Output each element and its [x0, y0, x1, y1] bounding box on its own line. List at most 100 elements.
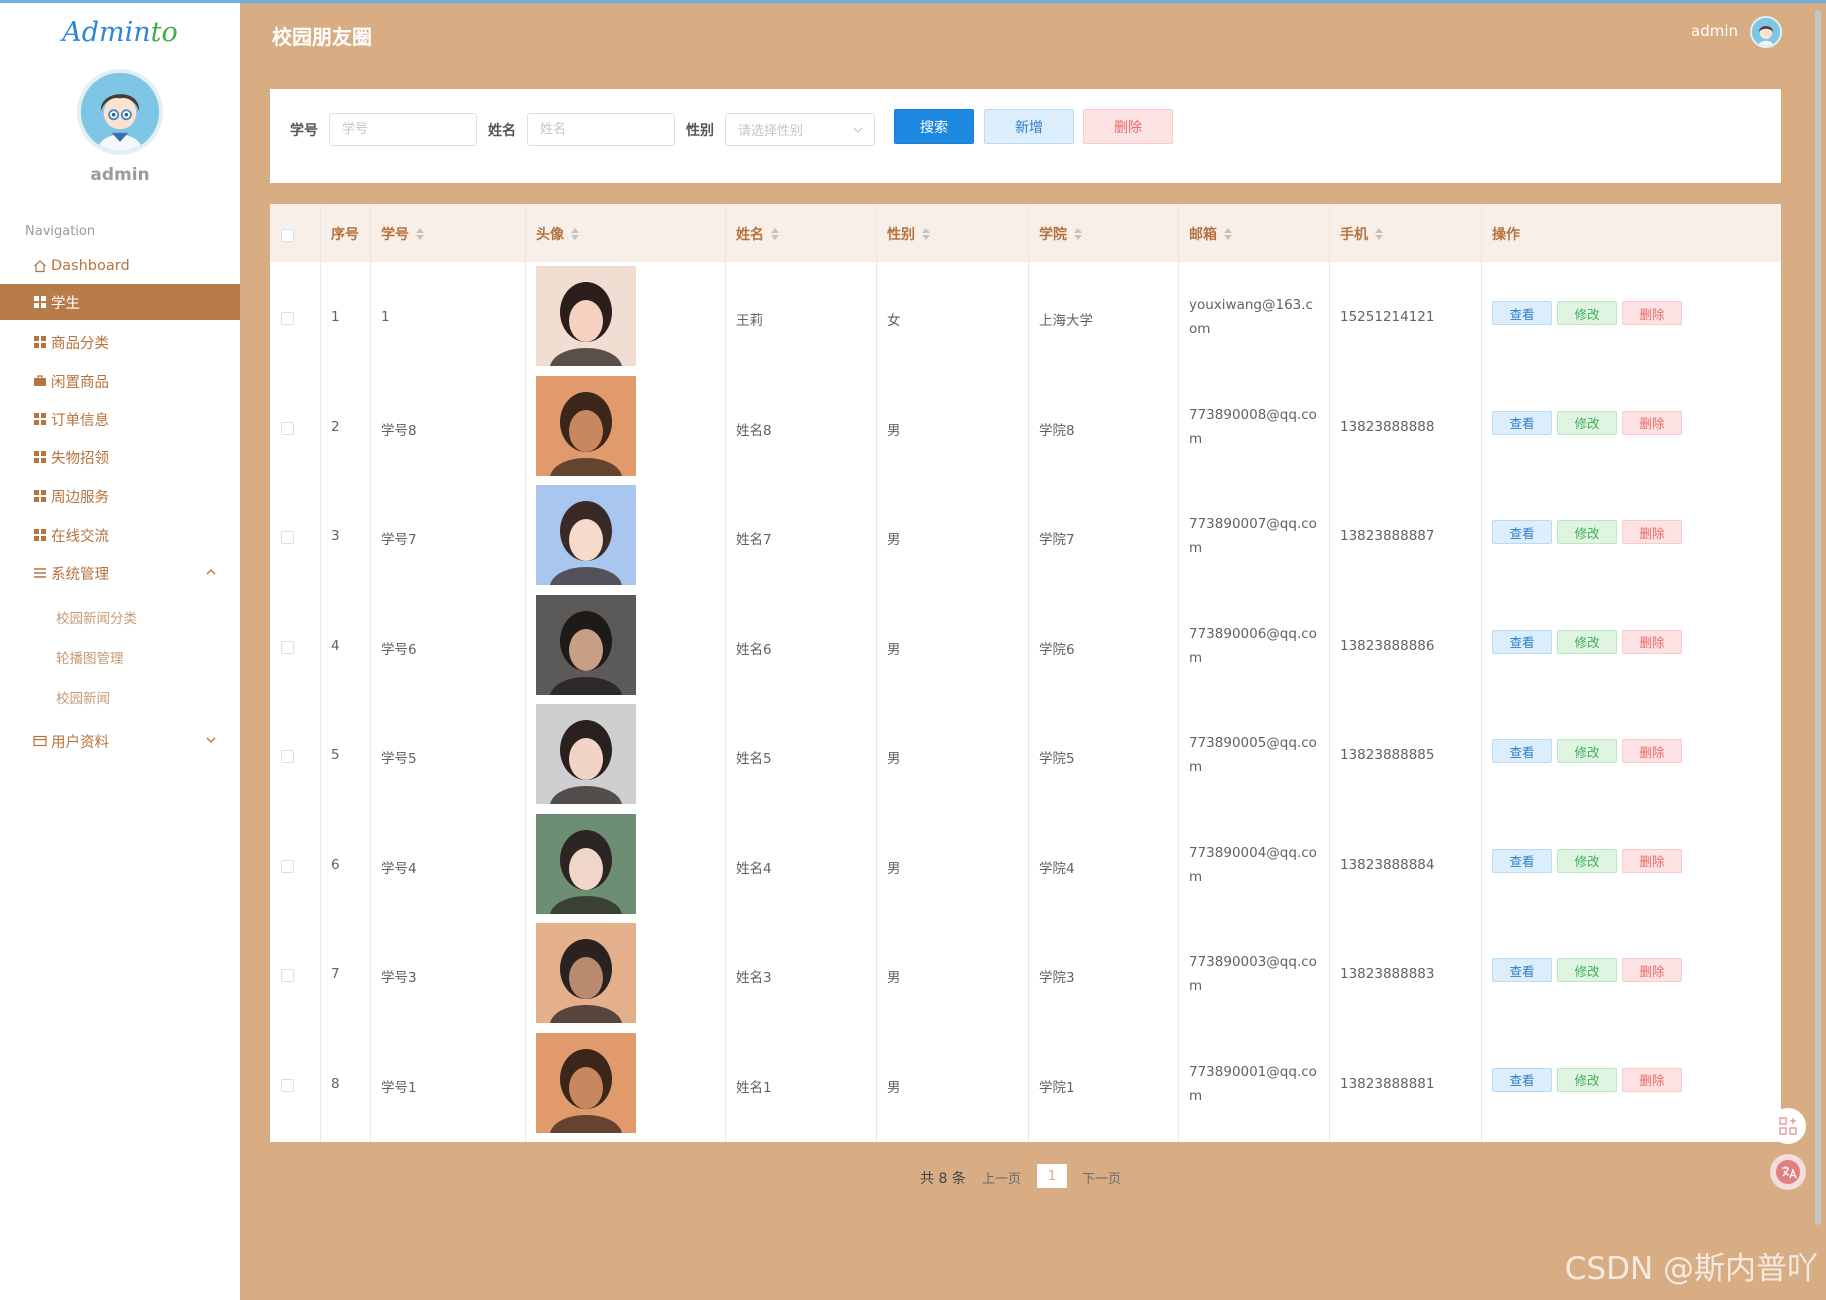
- student-photo[interactable]: [536, 594, 636, 695]
- delete-button[interactable]: 删除: [1622, 848, 1682, 873]
- sidebar-item-nearby-services[interactable]: 周边服务: [0, 478, 240, 514]
- select-all-checkbox[interactable]: [281, 229, 294, 242]
- view-button[interactable]: 查看: [1492, 958, 1552, 982]
- sidebar-item-lost-found[interactable]: 失物招领: [0, 439, 240, 475]
- sort-icon[interactable]: [1074, 228, 1082, 240]
- sidebar-item-product-category[interactable]: 商品分类: [0, 324, 240, 360]
- edit-button[interactable]: 修改: [1557, 958, 1617, 982]
- scrollbar[interactable]: [1815, 10, 1821, 1225]
- cell-college: 学院4: [1039, 860, 1075, 877]
- name-input[interactable]: [527, 113, 675, 146]
- edit-button[interactable]: 修改: [1557, 739, 1617, 763]
- search-button[interactable]: 搜索: [894, 109, 974, 144]
- column-header-student-id[interactable]: 学号: [381, 224, 424, 244]
- sort-icon[interactable]: [1224, 228, 1232, 240]
- view-button[interactable]: 查看: [1492, 301, 1552, 325]
- delete-button[interactable]: 删除: [1622, 629, 1682, 654]
- sidebar-item-user-profile[interactable]: 用户资料: [0, 723, 240, 759]
- sidebar-item-idle-goods[interactable]: 闲置商品: [0, 363, 240, 399]
- row-checkbox[interactable]: [281, 859, 294, 873]
- header-username[interactable]: admin: [1691, 22, 1738, 40]
- cell-index: 7: [331, 966, 340, 982]
- sort-icon[interactable]: [571, 228, 579, 240]
- sort-icon[interactable]: [1375, 228, 1383, 240]
- column-header-phone[interactable]: 手机: [1340, 224, 1383, 244]
- edit-button[interactable]: 修改: [1557, 848, 1617, 873]
- student-photo[interactable]: [536, 1032, 636, 1133]
- delete-button[interactable]: 删除: [1622, 520, 1682, 544]
- header-avatar[interactable]: [1750, 16, 1782, 48]
- table-row: 5 学号5 姓名5 男 学院5 773890005@qq.com 13823888885 查看…: [270, 700, 1781, 810]
- row-checkbox[interactable]: [281, 1078, 294, 1092]
- sidebar-item-system-management[interactable]: 系统管理: [0, 555, 240, 591]
- sidebar-item-label: 失物招领: [51, 450, 109, 467]
- user-avatar[interactable]: [77, 69, 163, 155]
- sort-icon[interactable]: [922, 228, 930, 240]
- app-logo[interactable]: Adminto: [0, 17, 240, 48]
- batch-delete-button[interactable]: 删除: [1083, 109, 1173, 144]
- chevron-down-icon[interactable]: [204, 733, 218, 747]
- student-photo[interactable]: [536, 923, 636, 1023]
- pagination-page-current[interactable]: 1: [1037, 1164, 1067, 1188]
- column-header-email[interactable]: 邮箱: [1189, 224, 1232, 244]
- row-checkbox[interactable]: [281, 421, 294, 435]
- apps-icon[interactable]: [1770, 1108, 1806, 1144]
- column-header-name[interactable]: 姓名: [736, 224, 779, 244]
- column-header-college[interactable]: 学院: [1039, 224, 1082, 244]
- edit-button[interactable]: 修改: [1557, 301, 1617, 325]
- page-title: 校园朋友圈: [272, 25, 372, 49]
- view-button[interactable]: 查看: [1492, 410, 1552, 435]
- grid-icon: [33, 528, 47, 542]
- view-button[interactable]: 查看: [1492, 520, 1552, 544]
- edit-button[interactable]: 修改: [1557, 520, 1617, 544]
- student-photo[interactable]: [536, 704, 636, 804]
- add-button[interactable]: 新增: [984, 109, 1074, 144]
- sidebar-item-students[interactable]: 学生: [0, 284, 240, 320]
- sort-icon[interactable]: [416, 228, 424, 240]
- delete-button[interactable]: 删除: [1622, 739, 1682, 763]
- view-button[interactable]: 查看: [1492, 848, 1552, 873]
- edit-button[interactable]: 修改: [1557, 1067, 1617, 1092]
- chevron-up-icon[interactable]: [204, 565, 218, 579]
- student-photo[interactable]: [536, 485, 636, 585]
- edit-button[interactable]: 修改: [1557, 629, 1617, 654]
- sidebar-item-orders[interactable]: 订单信息: [0, 401, 240, 437]
- gender-select-placeholder: 请选择性别: [738, 124, 804, 139]
- sidebar-subitem-news-category[interactable]: 校园新闻分类: [56, 607, 137, 627]
- column-header-avatar[interactable]: 头像: [536, 224, 579, 244]
- cell-gender: 女: [887, 313, 901, 329]
- row-checkbox[interactable]: [281, 640, 294, 654]
- sidebar-username: admin: [90, 165, 150, 185]
- view-button[interactable]: 查看: [1492, 629, 1552, 654]
- sidebar-subitem-carousel[interactable]: 轮播图管理: [56, 647, 124, 667]
- translate-icon[interactable]: [1770, 1154, 1806, 1190]
- sidebar-item-dashboard[interactable]: Dashboard: [0, 248, 240, 284]
- cell-gender: 男: [887, 641, 901, 658]
- student-photo[interactable]: [536, 813, 636, 914]
- row-checkbox[interactable]: [281, 531, 294, 544]
- sidebar-item-label: 订单信息: [51, 412, 109, 429]
- delete-button[interactable]: 删除: [1622, 410, 1682, 435]
- delete-button[interactable]: 删除: [1622, 301, 1682, 325]
- cell-phone: 13823888888: [1340, 418, 1435, 435]
- pagination-prev[interactable]: 上一页: [982, 1168, 1021, 1187]
- watermark: CSDN @斯内普吖: [1564, 1251, 1818, 1287]
- edit-button[interactable]: 修改: [1557, 410, 1617, 435]
- delete-button[interactable]: 删除: [1622, 958, 1682, 982]
- view-button[interactable]: 查看: [1492, 1067, 1552, 1092]
- delete-button[interactable]: 删除: [1622, 1067, 1682, 1092]
- sidebar-item-online-chat[interactable]: 在线交流: [0, 517, 240, 553]
- row-checkbox[interactable]: [281, 969, 294, 982]
- student-id-input[interactable]: [329, 113, 477, 146]
- row-checkbox[interactable]: [281, 312, 294, 325]
- gender-select[interactable]: 请选择性别: [725, 113, 875, 146]
- sort-icon[interactable]: [771, 228, 779, 240]
- sidebar-subitem-campus-news[interactable]: 校园新闻: [56, 687, 110, 707]
- student-photo[interactable]: [536, 375, 636, 476]
- student-photo[interactable]: [536, 266, 636, 366]
- cell-college: 上海大学: [1039, 313, 1093, 329]
- view-button[interactable]: 查看: [1492, 739, 1552, 763]
- row-checkbox[interactable]: [281, 750, 294, 763]
- pagination-next[interactable]: 下一页: [1082, 1168, 1121, 1187]
- column-header-gender[interactable]: 性别: [887, 224, 930, 244]
